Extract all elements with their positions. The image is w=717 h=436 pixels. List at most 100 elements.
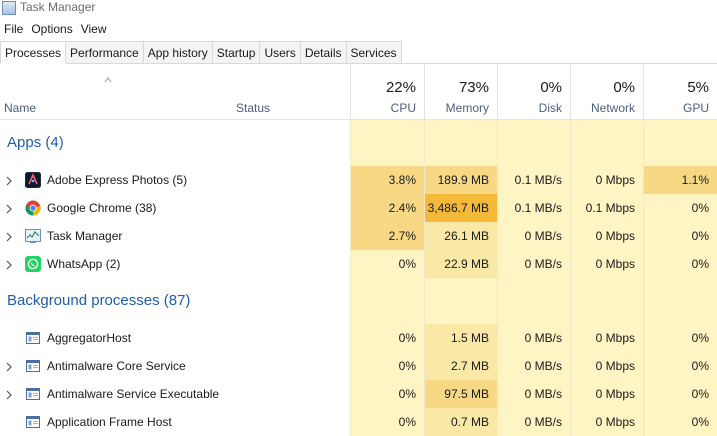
- group-gpu-cell: [643, 278, 717, 324]
- disk-value: 0 MB/s: [497, 324, 570, 352]
- chevron-right-icon[interactable]: [4, 230, 14, 242]
- process-name: WhatsApp (2): [47, 257, 121, 271]
- chrome-icon: [25, 200, 41, 216]
- memory-value: 22.9 MB: [424, 250, 497, 278]
- memory-value: 1.5 MB: [424, 324, 497, 352]
- menu-view[interactable]: View: [77, 19, 111, 39]
- chevron-right-icon[interactable]: [4, 174, 14, 186]
- group-title: Background processes (87): [7, 292, 191, 309]
- group-cpu-cell: [350, 278, 424, 324]
- gpu-value: 0%: [643, 250, 717, 278]
- process-row-google-chrome-38[interactable]: 2.4% 3,486.7 MB 0.1 MB/s 0.1 Mbps 0% Google C…: [0, 194, 717, 222]
- column-network[interactable]: 0% Network: [570, 64, 643, 120]
- process-row-task-manager[interactable]: 2.7% 26.1 MB 0 MB/s 0 Mbps 0% Task Manager: [0, 222, 717, 250]
- group-disk-cell: [497, 120, 570, 166]
- disk-total-percent: 0%: [540, 79, 562, 96]
- network-value: 0 Mbps: [570, 324, 643, 352]
- column-name[interactable]: Name: [0, 64, 232, 120]
- network-value: 0 Mbps: [570, 166, 643, 194]
- column-status[interactable]: Status: [232, 64, 350, 120]
- column-cpu[interactable]: 22% CPU: [350, 64, 424, 120]
- network-total-percent: 0%: [613, 79, 635, 96]
- memory-value: 26.1 MB: [424, 222, 497, 250]
- column-disk-label: Disk: [538, 101, 562, 115]
- column-cpu-label: CPU: [390, 101, 416, 115]
- cpu-value: 2.7%: [350, 222, 424, 250]
- disk-value: 0 MB/s: [497, 408, 570, 436]
- group-network-cell: [570, 278, 643, 324]
- column-disk[interactable]: 0% Disk: [497, 64, 570, 120]
- cpu-value: 0%: [350, 408, 424, 436]
- group-gpu-cell: [643, 120, 717, 166]
- process-row-antimalware-core-service[interactable]: 0% 2.7 MB 0 MB/s 0 Mbps 0% Antimalware Core S…: [0, 352, 717, 380]
- cpu-value: 0%: [350, 380, 424, 408]
- network-value: 0 Mbps: [570, 380, 643, 408]
- process-name: Adobe Express Photos (5): [47, 173, 188, 187]
- gpu-total-percent: 5%: [687, 79, 709, 96]
- app-window-icon: [25, 358, 41, 374]
- process-row-whatsapp-2[interactable]: 0% 22.9 MB 0 MB/s 0 Mbps 0% WhatsApp (2): [0, 250, 717, 278]
- disk-value: 0 MB/s: [497, 380, 570, 408]
- menu-options[interactable]: Options: [27, 19, 76, 39]
- process-list: Apps (4) 3.8% 189.9 MB 0.1 MB/s 0 Mbps 1.1% Ad…: [0, 120, 717, 436]
- process-row-application-frame-host[interactable]: 0% 0.7 MB 0 MB/s 0 Mbps 0% Application Frame …: [0, 408, 717, 436]
- chevron-right-icon[interactable]: [4, 258, 14, 270]
- group-header[interactable]: Background processes (87): [0, 278, 717, 324]
- process-name: Application Frame Host: [47, 415, 172, 429]
- group-header[interactable]: Apps (4): [0, 120, 717, 166]
- gpu-value: 0%: [643, 352, 717, 380]
- process-name: Antimalware Core Service: [47, 359, 186, 373]
- column-memory[interactable]: 73% Memory: [424, 64, 497, 120]
- tab-details[interactable]: Details: [299, 41, 347, 63]
- tab-services[interactable]: Services: [345, 41, 402, 63]
- tab-users[interactable]: Users: [259, 41, 301, 63]
- network-value: 0 Mbps: [570, 408, 643, 436]
- app-window-icon: [25, 330, 41, 346]
- process-row-adobe-express-photos-5[interactable]: 3.8% 189.9 MB 0.1 MB/s 0 Mbps 1.1% Adobe Expr…: [0, 166, 717, 194]
- process-name: Task Manager: [47, 229, 123, 243]
- process-name: AggregatorHost: [47, 331, 132, 345]
- tab-strip: Processes Performance App history Startu…: [0, 41, 717, 64]
- disk-value: 0 MB/s: [497, 222, 570, 250]
- gpu-value: 0%: [643, 324, 717, 352]
- memory-value: 3,486.7 MB: [424, 194, 497, 222]
- group-cpu-cell: [350, 120, 424, 166]
- network-value: 0 Mbps: [570, 352, 643, 380]
- tab-processes[interactable]: Processes: [0, 41, 67, 64]
- gpu-value: 0%: [643, 380, 717, 408]
- column-gpu[interactable]: 5% GPU: [643, 64, 717, 120]
- gpu-value: 1.1%: [643, 166, 717, 194]
- tab-app-history[interactable]: App history: [142, 41, 213, 63]
- memory-value: 97.5 MB: [424, 380, 497, 408]
- column-name-label: Name: [4, 101, 37, 115]
- cpu-value: 0%: [350, 324, 424, 352]
- column-header: Name Status 22% CPU 73% Memory 0% Disk 0…: [0, 64, 717, 120]
- menu-file[interactable]: File: [0, 19, 27, 39]
- cpu-value: 0%: [350, 250, 424, 278]
- app-window-icon: [25, 386, 41, 402]
- memory-total-percent: 73%: [458, 79, 489, 96]
- network-value: 0 Mbps: [570, 250, 643, 278]
- process-name: Antimalware Service Executable: [47, 387, 220, 401]
- process-row-aggregatorhost[interactable]: 0% 1.5 MB 0 MB/s 0 Mbps 0% AggregatorHost: [0, 324, 717, 352]
- column-network-label: Network: [590, 101, 635, 115]
- network-value: 0 Mbps: [570, 222, 643, 250]
- process-row-antimalware-service-executable[interactable]: 0% 97.5 MB 0 MB/s 0 Mbps 0% Antimalware Servi…: [0, 380, 717, 408]
- tab-startup[interactable]: Startup: [211, 41, 261, 63]
- tab-performance[interactable]: Performance: [65, 41, 144, 63]
- memory-value: 189.9 MB: [424, 166, 497, 194]
- sort-up-icon: [104, 77, 112, 83]
- process-name: Google Chrome (38): [47, 201, 157, 215]
- chevron-right-icon[interactable]: [4, 202, 14, 214]
- chevron-right-icon[interactable]: [4, 360, 14, 372]
- disk-value: 0.1 MB/s: [497, 194, 570, 222]
- task-manager-icon: [2, 1, 16, 15]
- whatsapp-icon: [25, 256, 41, 272]
- disk-value: 0.1 MB/s: [497, 166, 570, 194]
- chevron-right-icon[interactable]: [4, 388, 14, 400]
- network-value: 0.1 Mbps: [570, 194, 643, 222]
- group-memory-cell: [424, 120, 497, 166]
- cpu-value: 0%: [350, 352, 424, 380]
- gpu-value: 0%: [643, 408, 717, 436]
- cpu-value: 3.8%: [350, 166, 424, 194]
